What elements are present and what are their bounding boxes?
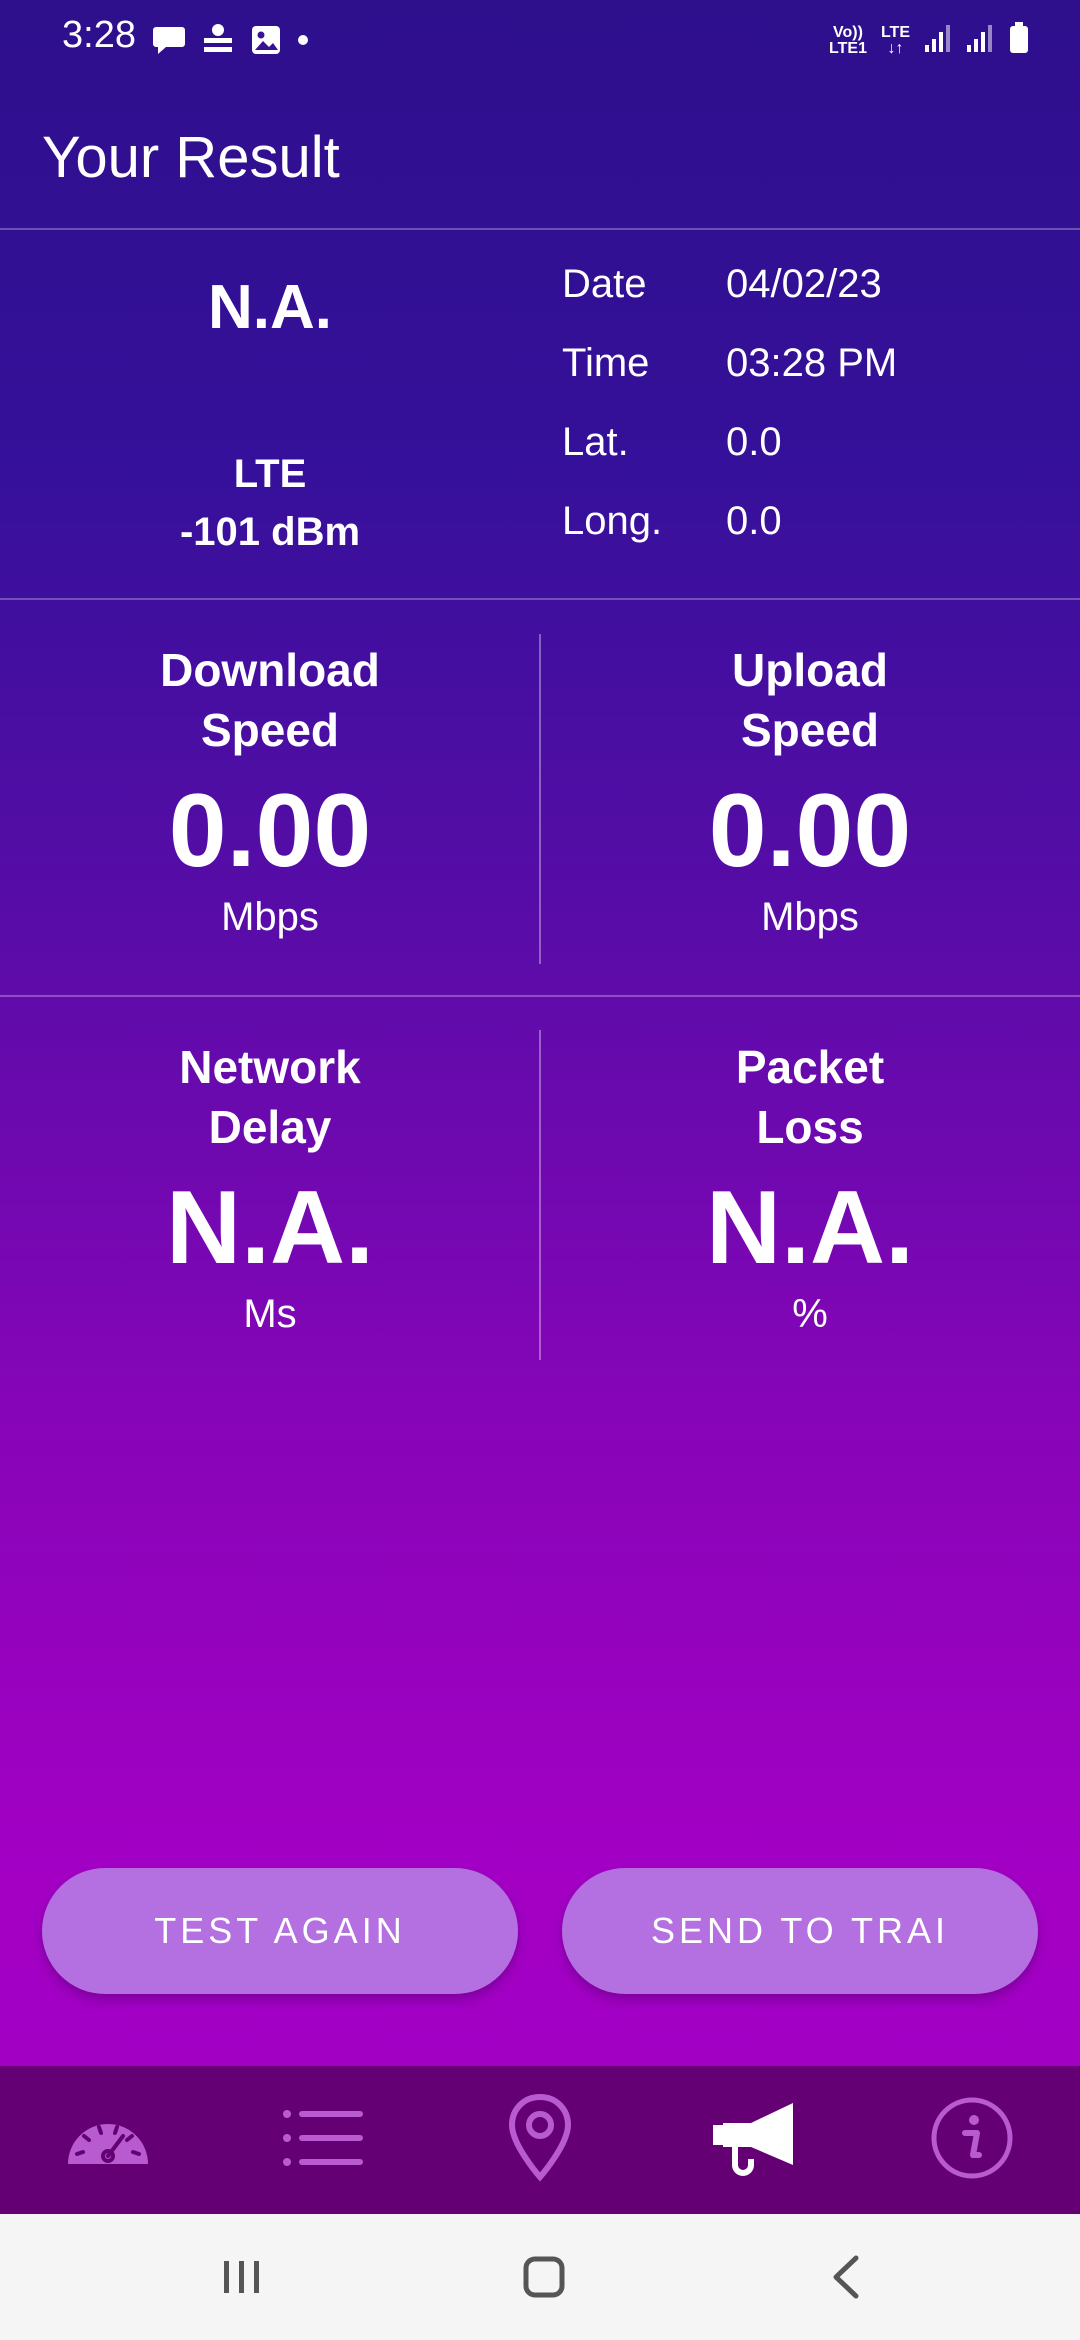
nav-info[interactable] bbox=[864, 2066, 1080, 2214]
nav-map[interactable] bbox=[432, 2066, 648, 2214]
metrics-divider bbox=[0, 995, 1080, 997]
volte-label: Vo)) bbox=[833, 23, 863, 41]
upload-title-line2: Speed bbox=[740, 704, 880, 756]
lte-label: LTE bbox=[880, 23, 910, 41]
recent-apps-button[interactable] bbox=[182, 2234, 302, 2324]
bottom-navigation bbox=[0, 2066, 1080, 2214]
send-to-trai-button[interactable]: SEND TO TRAI bbox=[562, 1868, 1038, 1994]
download-title-line1: Download bbox=[160, 644, 380, 696]
battery-icon bbox=[1008, 22, 1030, 59]
delay-value: N.A. bbox=[166, 1170, 374, 1286]
delay-title-line2: Delay bbox=[208, 1101, 332, 1153]
status-icons-right: Vo)) LTE1 LTE ↓↑ bbox=[829, 22, 1030, 59]
loss-unit: % bbox=[792, 1292, 828, 1336]
info-value: 04/02/23 bbox=[726, 262, 882, 306]
status-bar: 3:28 Vo)) LTE1 LTE ↓↑ bbox=[0, 0, 1080, 82]
upload-title-line1: Upload bbox=[732, 644, 888, 696]
home-button[interactable] bbox=[484, 2234, 604, 2324]
info-label: Long. bbox=[562, 499, 663, 543]
lte-indicator: LTE ↓↑ bbox=[880, 23, 910, 57]
network-delay-panel: Network Delay N.A. Ms bbox=[0, 1037, 540, 1339]
back-button[interactable] bbox=[786, 2234, 906, 2324]
nav-speed-test[interactable] bbox=[0, 2066, 216, 2214]
packet-loss-panel: Packet Loss N.A. % bbox=[540, 1037, 1080, 1339]
loss-value: N.A. bbox=[706, 1170, 914, 1286]
dainik-bhaskar-icon bbox=[200, 22, 236, 63]
info-label: Lat. bbox=[562, 420, 629, 464]
volte-indicator: Vo)) LTE1 bbox=[829, 23, 867, 57]
status-time: 3:28 bbox=[62, 14, 136, 56]
operator-name: N.A. bbox=[208, 273, 332, 342]
info-label: Time bbox=[562, 341, 650, 385]
lte1-label: LTE1 bbox=[829, 39, 867, 57]
dot-icon bbox=[296, 33, 310, 52]
upload-unit: Mbps bbox=[761, 895, 859, 939]
system-navigation-bar bbox=[0, 2214, 1080, 2340]
chat-icon bbox=[152, 24, 186, 61]
info-value: 03:28 PM bbox=[726, 341, 898, 385]
nav-results[interactable] bbox=[648, 2066, 864, 2214]
delay-unit: Ms bbox=[243, 1292, 297, 1336]
speedometer-icon bbox=[63, 2106, 153, 2175]
nav-history[interactable] bbox=[216, 2066, 432, 2214]
list-icon bbox=[279, 2106, 369, 2175]
download-title-line2: Speed bbox=[200, 704, 340, 756]
download-speed-panel: Download Speed 0.00 Mbps bbox=[0, 640, 540, 942]
test-again-button[interactable]: TEST AGAIN bbox=[42, 1868, 518, 1994]
recent-apps-icon bbox=[220, 2257, 264, 2302]
network-type: LTE bbox=[233, 452, 307, 496]
loss-title-line1: Packet bbox=[735, 1041, 885, 1093]
location-pin-icon bbox=[507, 2093, 573, 2188]
header-divider bbox=[0, 228, 1080, 230]
signal-strength: -101 dBm bbox=[179, 510, 361, 554]
info-value: 0.0 bbox=[726, 420, 782, 464]
download-unit: Mbps bbox=[221, 895, 319, 939]
upload-speed-panel: Upload Speed 0.00 Mbps bbox=[540, 640, 1080, 942]
back-icon bbox=[826, 2254, 866, 2305]
page-title: Your Result bbox=[42, 125, 340, 190]
home-icon bbox=[522, 2255, 566, 2304]
signal-icon-sim1 bbox=[924, 23, 952, 58]
delay-title-line1: Network bbox=[179, 1041, 361, 1093]
megaphone-icon bbox=[711, 2099, 801, 2182]
summary-divider bbox=[0, 598, 1080, 600]
info-icon bbox=[929, 2095, 1015, 2186]
info-label: Date bbox=[562, 262, 647, 306]
data-arrows-icon: ↓↑ bbox=[887, 39, 904, 57]
loss-title-line2: Loss bbox=[756, 1101, 864, 1153]
download-value: 0.00 bbox=[168, 773, 372, 889]
gallery-icon bbox=[250, 24, 282, 61]
signal-icon-sim2 bbox=[966, 23, 994, 58]
status-icons-left bbox=[152, 22, 310, 63]
upload-value: 0.00 bbox=[708, 773, 912, 889]
info-value: 0.0 bbox=[726, 499, 782, 543]
